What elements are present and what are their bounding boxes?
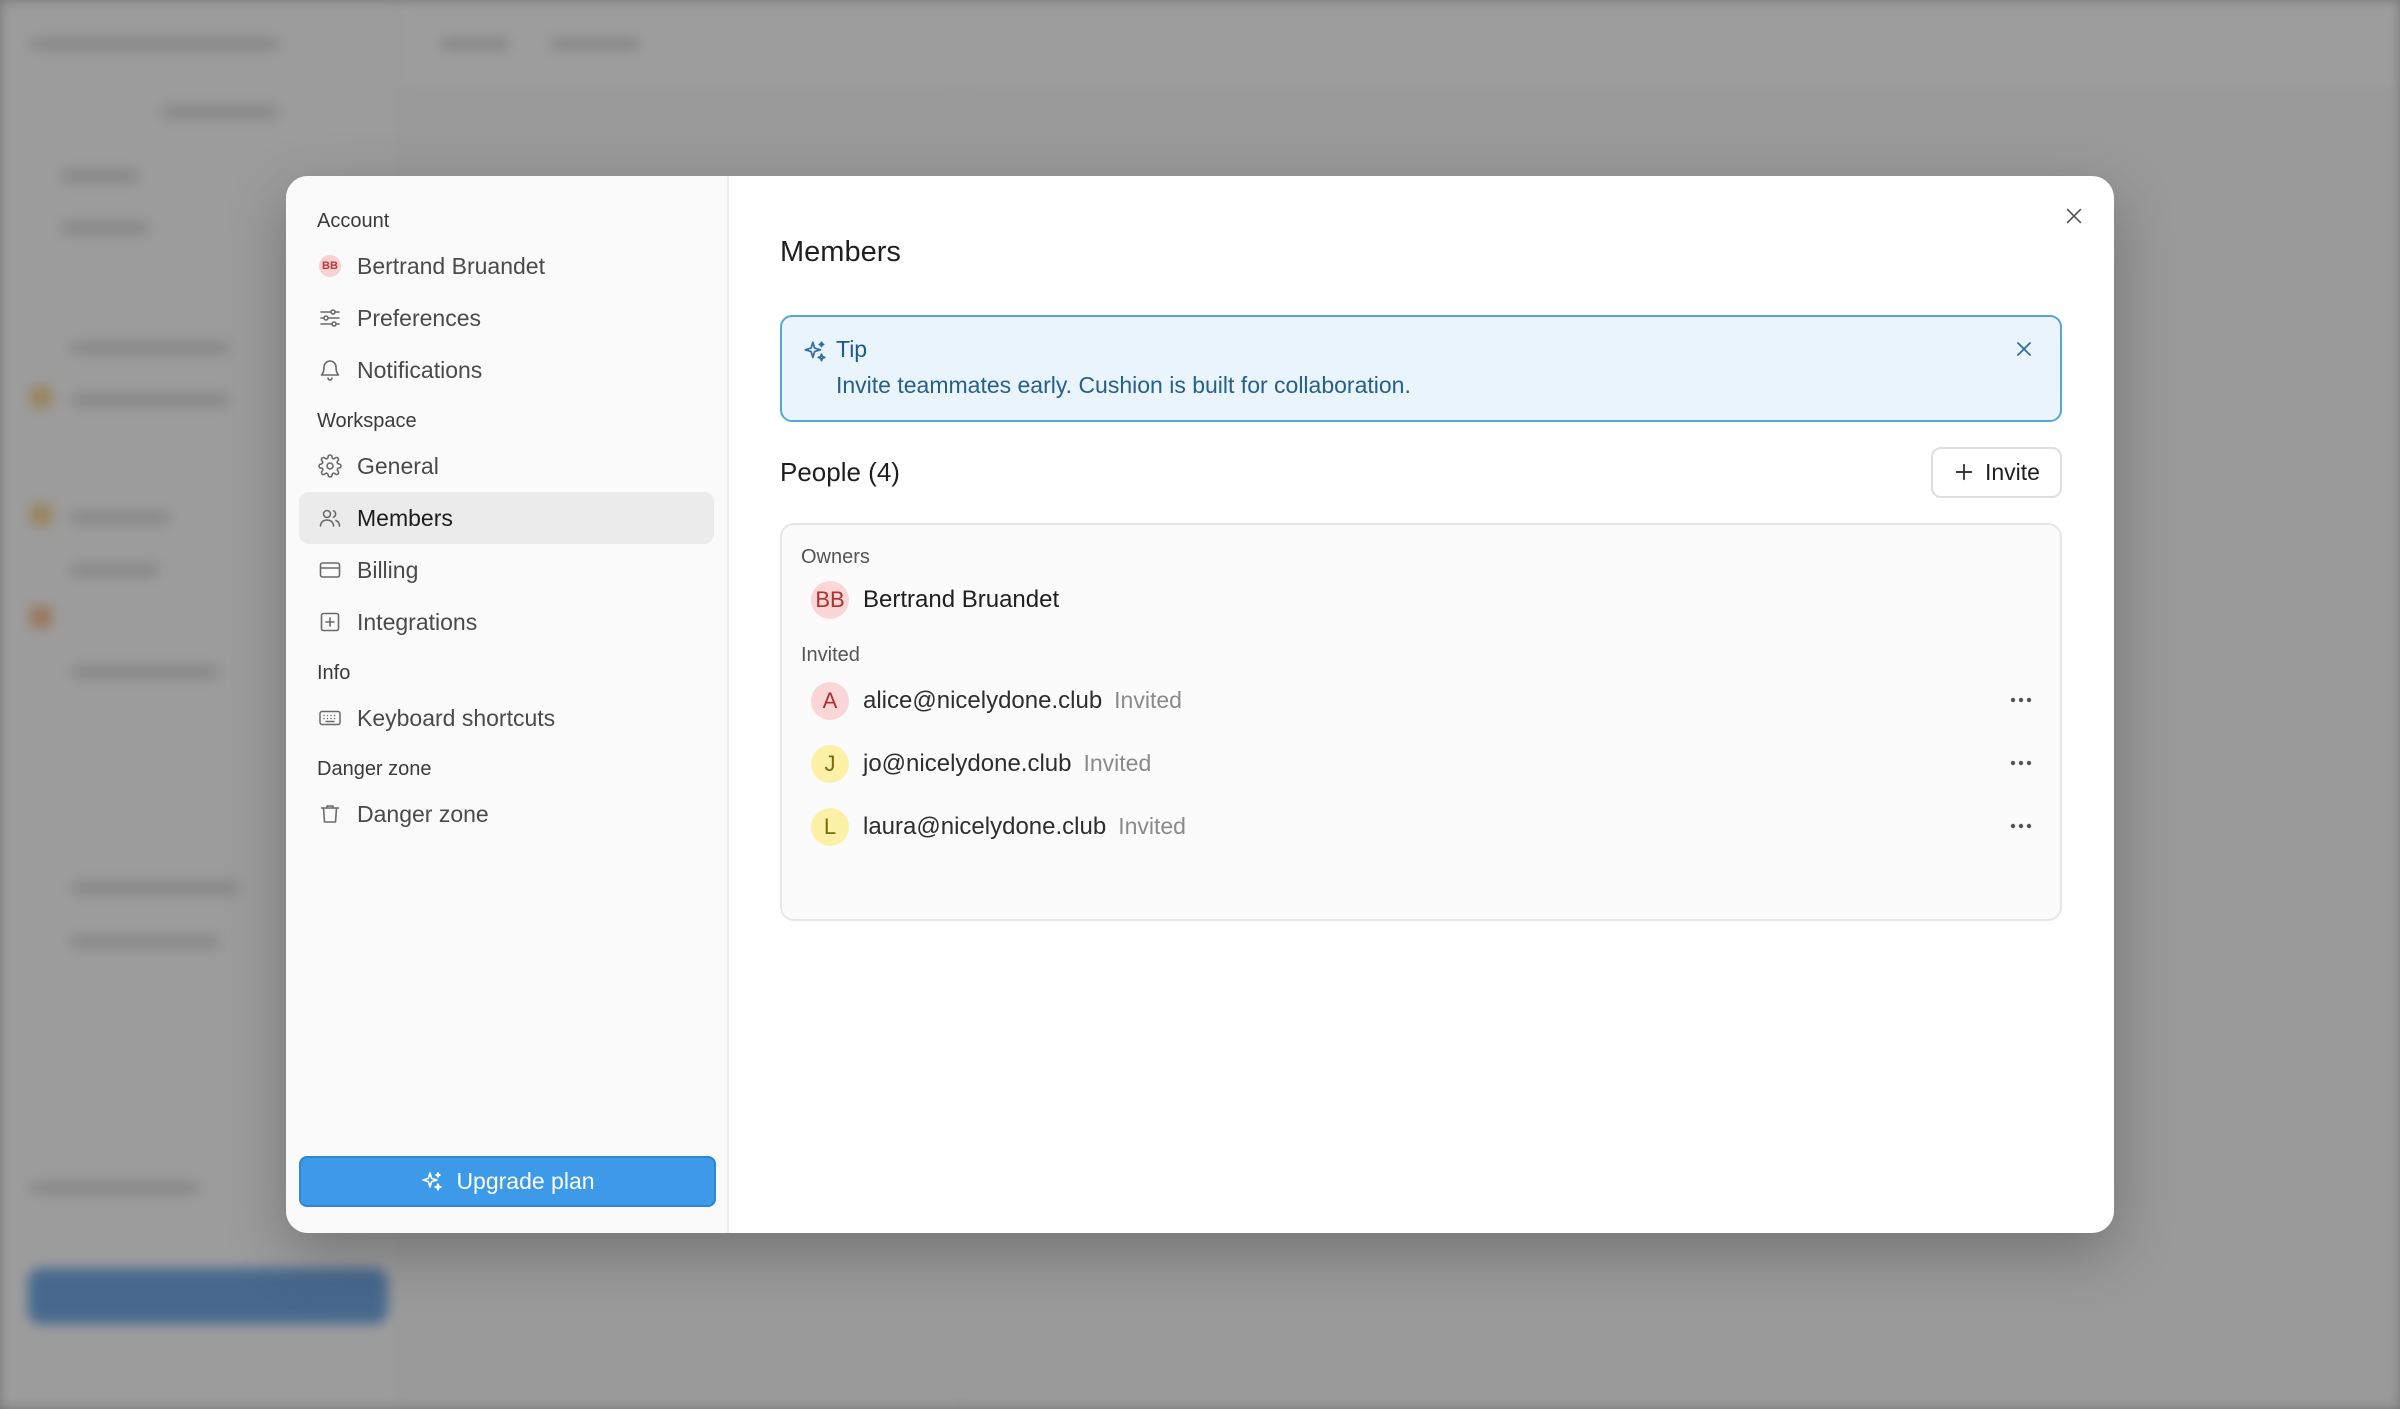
sliders-icon: [317, 305, 343, 331]
avatar: A: [811, 681, 849, 720]
member-actions-button[interactable]: [2006, 813, 2036, 839]
section-label-workspace: Workspace: [317, 410, 417, 432]
invite-label: Invite: [1985, 458, 2040, 485]
tip-text: Invite teammates early. Cushion is built…: [836, 372, 1411, 398]
member-actions-button[interactable]: [2006, 750, 2036, 776]
sidebar-item-integrations[interactable]: Integrations: [299, 596, 714, 648]
member-email: jo@nicelydone.club: [863, 749, 1072, 777]
bell-icon: [317, 357, 343, 383]
people-count-title: People (4): [780, 456, 900, 487]
more-horizontal-icon: [2010, 760, 2032, 766]
sidebar-item-preferences[interactable]: Preferences: [299, 292, 714, 344]
plus-square-icon: [317, 609, 343, 635]
tip-banner: Tip Invite teammates early. Cushion is b…: [780, 315, 2062, 422]
list-item: J jo@nicelydone.club Invited: [801, 732, 2060, 795]
avatar: L: [811, 807, 849, 846]
invite-button[interactable]: Invite: [1931, 446, 2062, 498]
upgrade-plan-label: Upgrade plan: [456, 1168, 595, 1194]
sidebar-item-label: Bertrand Bruandet: [357, 252, 545, 279]
sidebar-item-label: Notifications: [357, 356, 483, 383]
sidebar-item-label: Billing: [357, 556, 419, 583]
close-icon: [2017, 342, 2031, 356]
sidebar-item-danger-zone[interactable]: Danger zone: [299, 788, 714, 840]
member-name: Bertrand Bruandet: [863, 586, 1060, 613]
tip-title: Tip: [836, 336, 868, 362]
avatar: BB: [811, 581, 849, 619]
sparkle-icon: [804, 341, 826, 362]
settings-modal: Account BB Bertrand Bruandet Preferences…: [286, 176, 2114, 1233]
members-panel: Members Tip Invite teammates early. Cush…: [729, 176, 2114, 1233]
sidebar-item-label: General: [357, 452, 439, 479]
sidebar-item-label: Danger zone: [357, 800, 489, 827]
sidebar-item-account[interactable]: BB Bertrand Bruandet: [299, 240, 714, 292]
dismiss-tip-button[interactable]: [2012, 337, 2038, 363]
section-label-info: Info: [317, 662, 351, 684]
trash-icon: [317, 801, 343, 827]
page-title: Members: [780, 236, 901, 268]
sparkle-icon: [422, 1171, 443, 1191]
owner-row: BB Bertrand Bruandet: [801, 571, 2060, 629]
sidebar-item-members[interactable]: Members: [299, 492, 714, 544]
sidebar-item-label: Integrations: [357, 608, 478, 635]
list-item: L laura@nicelydone.club Invited: [801, 795, 2060, 858]
member-email: laura@nicelydone.club: [863, 812, 1107, 840]
avatar: BB: [317, 253, 343, 279]
credit-card-icon: [317, 557, 343, 583]
status-badge: Invited: [1118, 813, 1186, 839]
more-horizontal-icon: [2010, 697, 2032, 703]
keyboard-icon: [317, 705, 343, 731]
owners-label: Owners: [801, 546, 870, 568]
close-modal-button[interactable]: [2058, 200, 2090, 232]
sidebar-item-keyboard-shortcuts[interactable]: Keyboard shortcuts: [299, 692, 714, 744]
avatar: J: [811, 744, 849, 783]
sidebar-item-notifications[interactable]: Notifications: [299, 344, 714, 396]
more-horizontal-icon: [2010, 823, 2032, 829]
status-badge: Invited: [1114, 687, 1182, 713]
sidebar-item-general[interactable]: General: [299, 440, 714, 492]
plus-icon: [1955, 463, 1973, 481]
section-label-danger-zone: Danger zone: [317, 758, 432, 780]
gear-icon: [317, 453, 343, 479]
invited-label: Invited: [801, 644, 860, 666]
settings-sidebar: Account BB Bertrand Bruandet Preferences…: [286, 176, 729, 1233]
sidebar-item-label: Keyboard shortcuts: [357, 704, 556, 731]
upgrade-plan-button[interactable]: Upgrade plan: [299, 1156, 716, 1207]
member-actions-button[interactable]: [2006, 687, 2036, 713]
member-email: alice@nicelydone.club: [863, 686, 1103, 714]
close-icon: [2066, 208, 2082, 224]
sidebar-item-billing[interactable]: Billing: [299, 544, 714, 596]
user-avatar-initials: BB: [319, 255, 341, 277]
list-item: A alice@nicelydone.club Invited: [801, 669, 2060, 732]
status-badge: Invited: [1083, 750, 1152, 776]
section-label-account: Account: [317, 210, 390, 232]
users-icon: [317, 505, 343, 531]
sidebar-item-label: Members: [357, 504, 453, 531]
members-list: Owners BB Bertrand Bruandet Invited A al…: [780, 523, 2062, 921]
people-header: People (4) Invite: [780, 446, 2062, 498]
sidebar-item-label: Preferences: [357, 304, 482, 331]
